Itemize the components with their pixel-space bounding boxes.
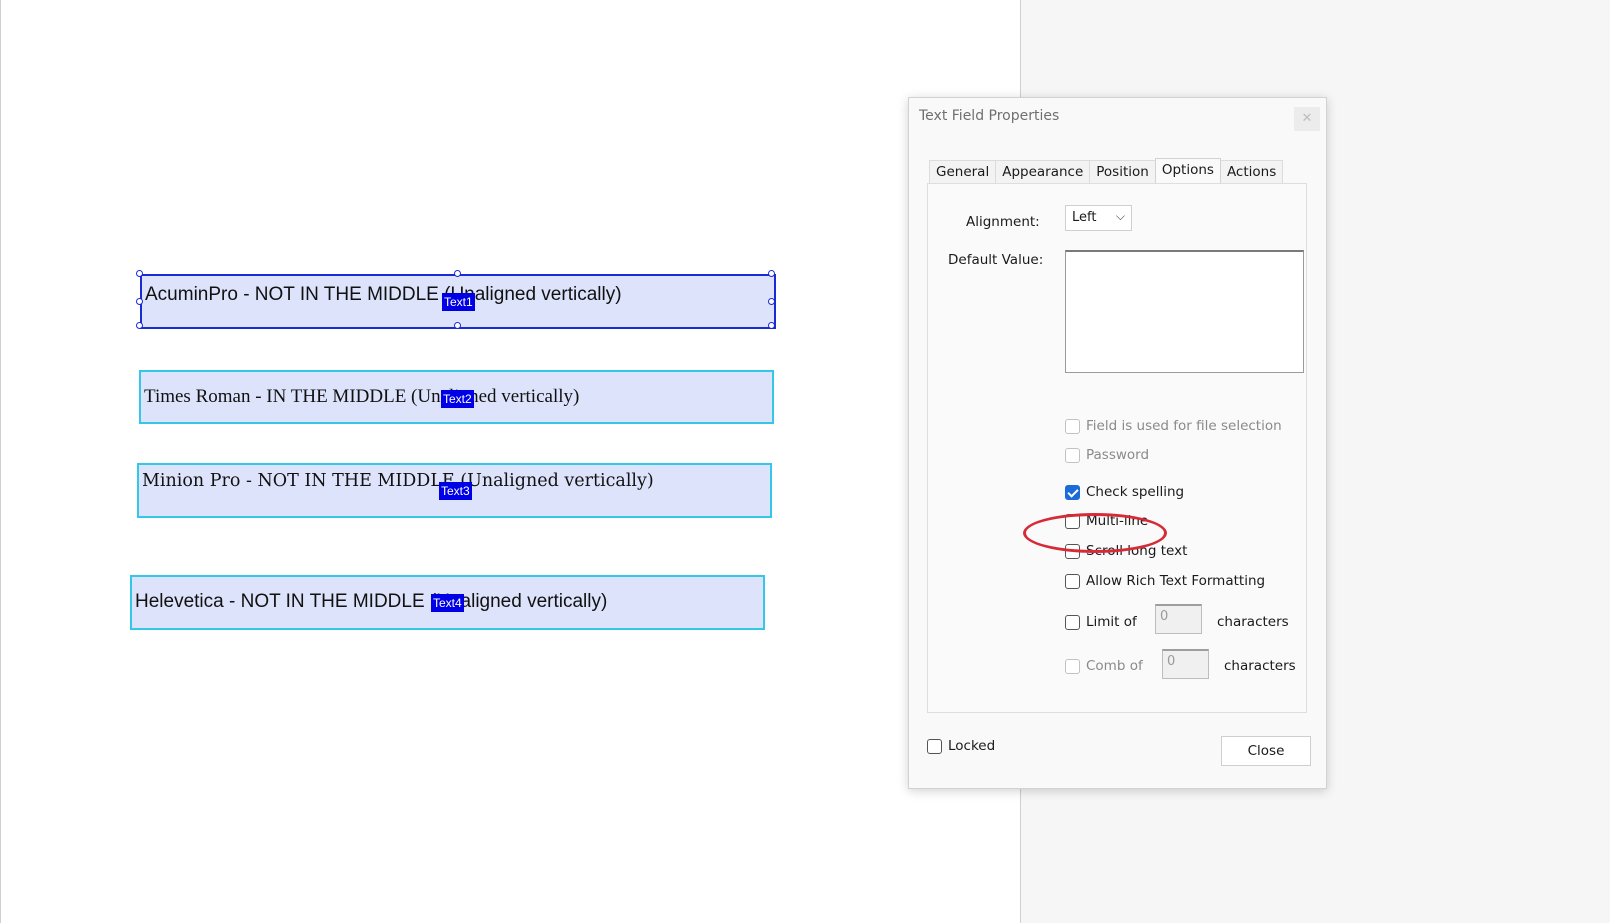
- limit-of-checkbox[interactable]: [1065, 614, 1080, 630]
- text-field-properties-dialog: Text Field Properties ✕ General Appearan…: [908, 97, 1327, 789]
- tab-appearance[interactable]: Appearance: [995, 160, 1091, 185]
- field-name-tag: Text2: [441, 390, 474, 408]
- limit-of-label: Limit of: [1086, 614, 1137, 630]
- text-field-1[interactable]: AcuminPro - NOT IN THE MIDDLE (Unaligned…: [136, 270, 776, 329]
- resize-handle-top-right[interactable]: [768, 270, 775, 277]
- tab-actions[interactable]: Actions: [1219, 160, 1284, 185]
- check-spelling-option[interactable]: Check spelling: [1065, 484, 1184, 500]
- document-page: AcuminPro - NOT IN THE MIDDLE (Unaligned…: [0, 0, 1020, 923]
- scroll-long-text-option[interactable]: Scroll long text: [1065, 543, 1187, 559]
- password-option[interactable]: Password: [1065, 447, 1149, 463]
- field-text: Minion Pro - NOT IN THE MIDDLE (Unaligne…: [142, 471, 654, 491]
- comb-of-checkbox[interactable]: [1065, 658, 1080, 674]
- limit-unit-label: characters: [1217, 614, 1289, 630]
- field-text: AcuminPro - NOT IN THE MIDDLE (Unaligned…: [145, 284, 622, 305]
- password-label: Password: [1086, 447, 1150, 463]
- dialog-title: Text Field Properties: [919, 108, 1060, 124]
- field-name-tag: Text3: [439, 482, 472, 500]
- password-checkbox[interactable]: [1065, 447, 1080, 463]
- resize-handle-bottom-right[interactable]: [768, 322, 775, 329]
- limit-of-option[interactable]: Limit of: [1065, 614, 1137, 630]
- multiline-option[interactable]: Multi-line: [1065, 513, 1148, 529]
- tab-options[interactable]: Options: [1154, 158, 1221, 185]
- comb-of-label: Comb of: [1086, 658, 1143, 674]
- resize-handle-middle-right[interactable]: [768, 298, 775, 305]
- locked-label: Locked: [948, 738, 996, 754]
- field-name-tag: Text1: [442, 293, 475, 311]
- file-selection-label: Field is used for file selection: [1086, 418, 1282, 434]
- text-field-4[interactable]: Helevetica - NOT IN THE MIDDLE (Unaligne…: [130, 575, 765, 630]
- default-value-label: Default Value:: [948, 252, 1044, 268]
- limit-value-input[interactable]: 0: [1155, 604, 1202, 634]
- tab-bar: General Appearance Position Options Acti…: [929, 158, 1284, 185]
- comb-unit-label: characters: [1224, 658, 1296, 674]
- check-spelling-checkbox[interactable]: [1065, 484, 1080, 500]
- resize-handle-top-left[interactable]: [136, 270, 143, 277]
- locked-checkbox[interactable]: [927, 738, 942, 754]
- field-text: Helevetica - NOT IN THE MIDDLE (Unaligne…: [135, 591, 608, 612]
- check-spelling-label: Check spelling: [1086, 484, 1185, 500]
- comb-of-option[interactable]: Comb of: [1065, 658, 1143, 674]
- rich-text-checkbox[interactable]: [1065, 573, 1080, 589]
- alignment-label: Alignment:: [966, 214, 1040, 230]
- chevron-down-icon: ⌵: [1115, 209, 1125, 223]
- tab-general[interactable]: General: [929, 160, 997, 185]
- multiline-label: Multi-line: [1086, 513, 1149, 529]
- close-button[interactable]: Close: [1221, 736, 1311, 766]
- resize-handle-middle-left[interactable]: [136, 298, 143, 305]
- locked-option[interactable]: Locked: [927, 738, 995, 754]
- field-text: Times Roman - IN THE MIDDLE (Unaligned v…: [144, 386, 580, 407]
- resize-handle-top-middle[interactable]: [454, 270, 461, 277]
- alignment-value: Left: [1072, 210, 1097, 225]
- file-selection-checkbox[interactable]: [1065, 418, 1080, 434]
- scroll-long-text-label: Scroll long text: [1086, 543, 1188, 559]
- file-selection-option[interactable]: Field is used for file selection: [1065, 418, 1282, 434]
- multiline-checkbox[interactable]: [1065, 513, 1080, 529]
- scroll-long-text-checkbox[interactable]: [1065, 543, 1080, 559]
- default-value-field[interactable]: [1065, 250, 1304, 373]
- resize-handle-bottom-middle[interactable]: [454, 322, 461, 329]
- comb-value-input[interactable]: 0: [1162, 649, 1209, 679]
- tab-position[interactable]: Position: [1089, 160, 1156, 185]
- rich-text-label: Allow Rich Text Formatting: [1086, 573, 1266, 589]
- rich-text-option[interactable]: Allow Rich Text Formatting: [1065, 573, 1265, 589]
- options-panel: Alignment: Left ⌵ Default Value: Field i…: [927, 183, 1307, 713]
- field-name-tag: Text4: [431, 594, 464, 612]
- resize-handle-bottom-left[interactable]: [136, 322, 143, 329]
- close-icon[interactable]: ✕: [1294, 107, 1320, 131]
- text-field-2[interactable]: Times Roman - IN THE MIDDLE (Unaligned v…: [139, 370, 774, 424]
- text-field-3[interactable]: Minion Pro - NOT IN THE MIDDLE (Unaligne…: [137, 463, 772, 518]
- alignment-select[interactable]: Left ⌵: [1065, 205, 1132, 231]
